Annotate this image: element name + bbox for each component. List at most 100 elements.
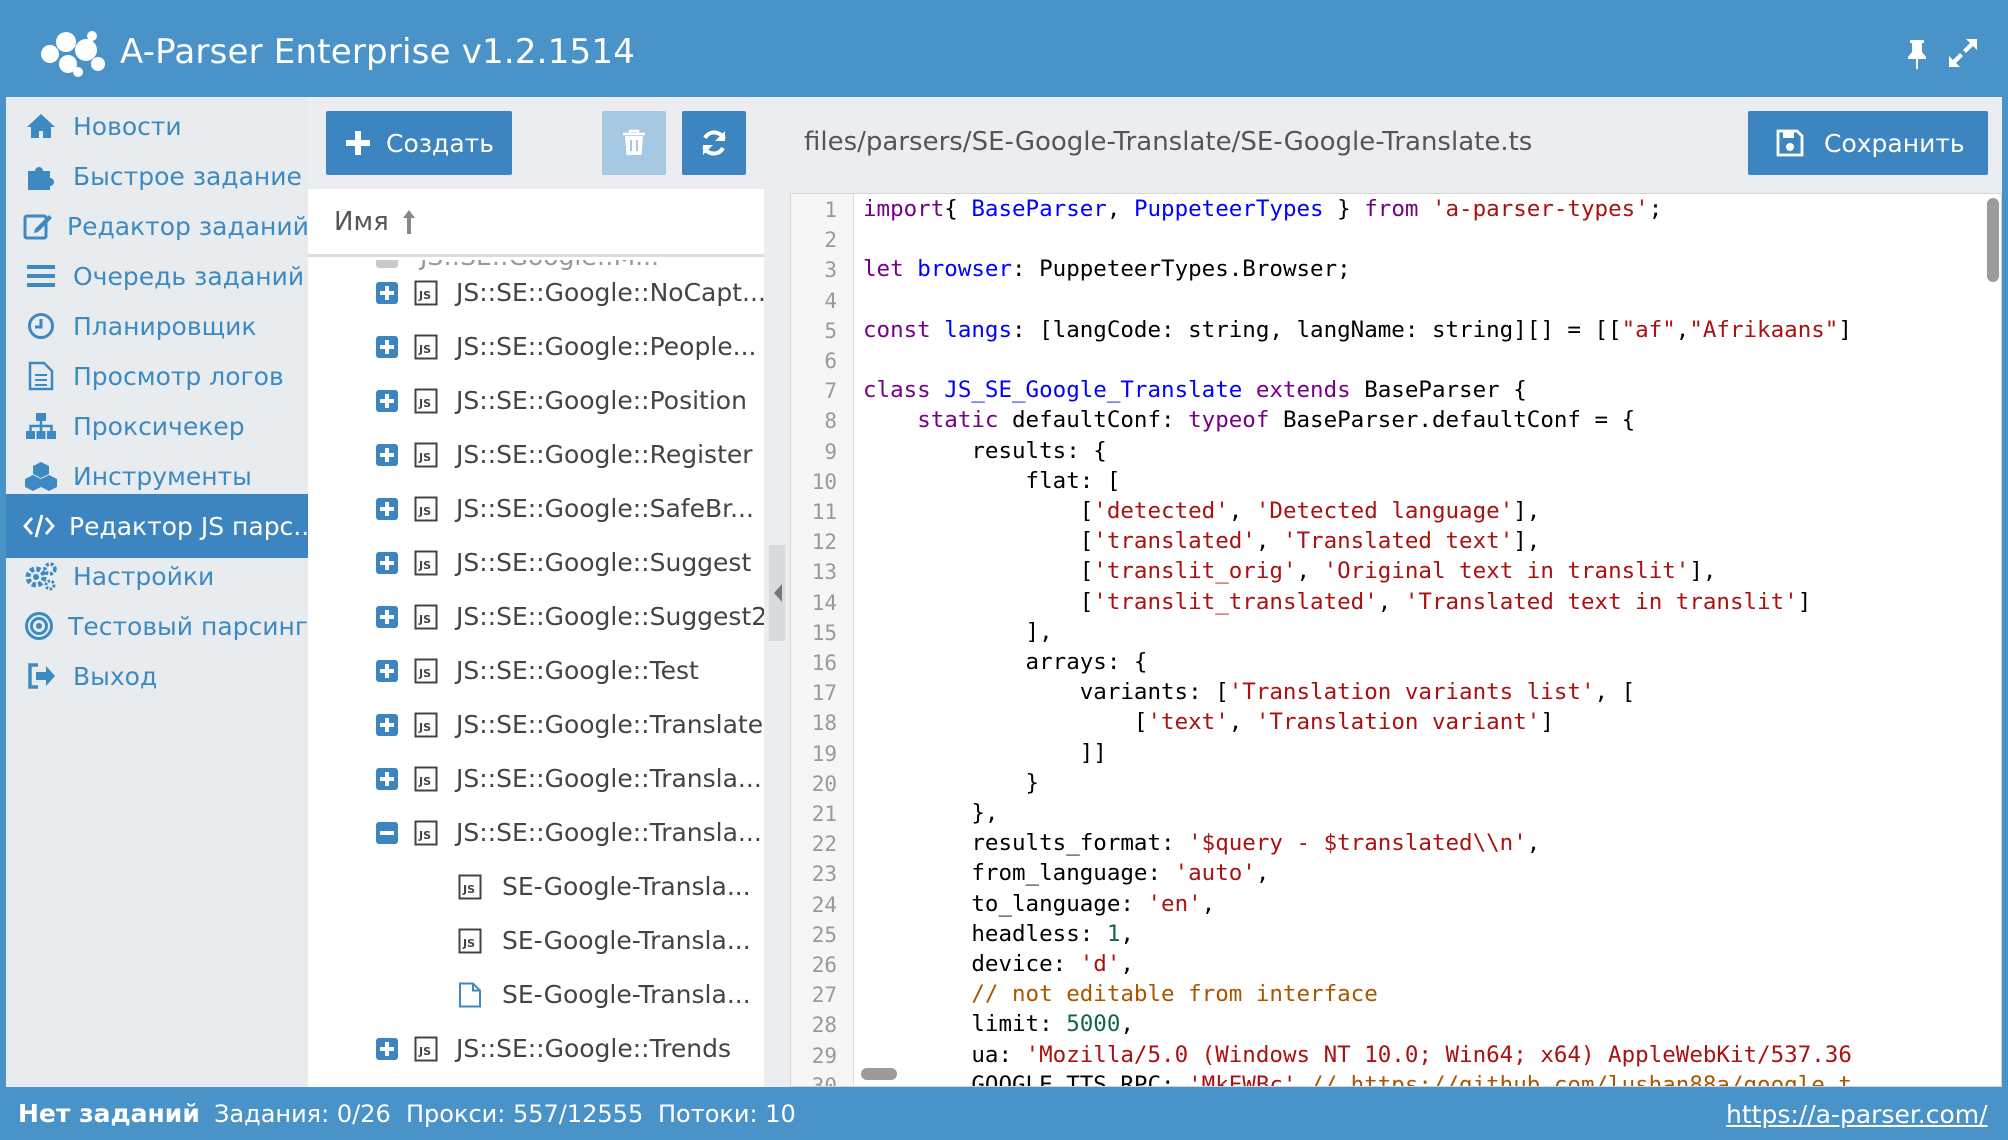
line-number: 14: [811, 590, 837, 615]
code-token: : [langCode: string, langName: string][]…: [1012, 316, 1622, 343]
code-line: ['text', 'Translation variant']: [863, 709, 1554, 735]
code-token: 'Translated text in translit': [1404, 588, 1798, 615]
document-icon: [23, 358, 59, 394]
code-token: ],: [1689, 558, 1717, 585]
horizontal-scrollbar[interactable]: [861, 1068, 897, 1080]
status-threads: Потоки: 10: [658, 1100, 796, 1128]
expand-icon[interactable]: [376, 498, 398, 520]
code-token: 'en': [1147, 890, 1202, 917]
line-number: 2: [824, 228, 837, 253]
expand-icon[interactable]: [376, 552, 398, 574]
sidebar-item-logout[interactable]: Выход: [6, 644, 308, 708]
expand-icon[interactable]: [376, 660, 398, 682]
collapse-icon[interactable]: [376, 822, 398, 844]
code-line: ['translit_orig', 'Original text in tran…: [863, 558, 1717, 585]
code-token: typeof: [1188, 407, 1270, 434]
code-token: ,: [1106, 196, 1134, 222]
sidebar-item-label: Проксичекер: [73, 411, 245, 441]
tree-item-label: SE-Google-Transla...: [502, 980, 751, 1009]
refresh-button[interactable]: [682, 111, 746, 175]
code-token: static: [917, 407, 999, 434]
code-line: results: {: [863, 438, 1106, 464]
tree-row[interactable]: JS JS::SE::Google::SafeBr...: [308, 482, 764, 536]
tree-row[interactable]: JS JS::SE::Google::NoCapt...: [308, 266, 764, 320]
name-column-header[interactable]: Имя: [308, 189, 764, 257]
line-number-gutter: 1 2 3 4 5 6 7 8 9 10 11 12 13 14 15 16 17 18 19 20 21 22 23 24 2…: [791, 194, 854, 1086]
tree-item-label: JS::SE::Google::People...: [456, 332, 757, 361]
tree-row[interactable]: JS JS::SE::Google::Suggest2: [308, 590, 764, 644]
expand-icon[interactable]: [376, 336, 398, 358]
pin-icon[interactable]: [1900, 36, 1934, 70]
code-token: BaseParser {: [1350, 377, 1527, 404]
tree-row[interactable]: JS JS::SE::Google::Transla...: [308, 752, 764, 806]
svg-text:JS: JS: [418, 1045, 431, 1058]
code-line: static defaultConf: typeof BaseParser.de…: [863, 407, 1635, 433]
code-token: 5000: [1066, 1011, 1121, 1038]
expand-icon[interactable]: [376, 714, 398, 736]
expand-icon[interactable]: [376, 606, 398, 628]
code-token: from: [1364, 196, 1419, 222]
code-line: ua: 'Mozilla/5.0 (Windows NT 10.0; Win64…: [863, 1042, 1852, 1068]
website-link[interactable]: https://a-parser.com/: [1726, 1100, 1988, 1129]
tree-row[interactable]: JS JS::SE::Google::Register: [308, 428, 764, 482]
line-number: 25: [811, 922, 837, 947]
code-token: [: [863, 588, 1094, 615]
tree-row[interactable]: JS JS::SE::Google::Trends: [308, 1022, 764, 1076]
panel-splitter[interactable]: [764, 97, 786, 1087]
sidebar-item-label: Тестовый парсинг: [68, 611, 308, 641]
tree-row-expanded[interactable]: JS JS::SE::Google::Transla...: [308, 806, 764, 860]
code-token: [: [863, 498, 1094, 524]
code-token: "Afrikaans": [1689, 316, 1839, 343]
code-token: BaseParser.defaultConf = {: [1269, 407, 1636, 434]
save-button[interactable]: Сохранить: [1748, 111, 1988, 175]
svg-text:JS: JS: [418, 289, 431, 302]
code-line: to_language: 'en',: [863, 891, 1215, 917]
tree-row-child[interactable]: JS SE-Google-Transla...: [308, 860, 764, 914]
code-editor[interactable]: 1 2 3 4 5 6 7 8 9 10 11 12 13 14 15 16 17 18 19 20 21 22 23 24 2…: [790, 193, 2002, 1087]
chevron-left-icon[interactable]: [773, 583, 783, 603]
line-number: 6: [824, 349, 837, 373]
svg-text:JS: JS: [418, 397, 431, 410]
delete-button[interactable]: [602, 111, 666, 175]
expand-icon[interactable]: [1946, 36, 1980, 70]
tree-row[interactable]: JS JS::SE::Google::Translate: [308, 698, 764, 752]
tree-item-label: JS::SE::Google::Translate: [456, 710, 764, 739]
tree-item-label: JS::SE::Google::Transla...: [456, 764, 762, 793]
sidebar-item-label: Очередь заданий: [73, 261, 305, 291]
tree-row[interactable]: JS JS::SE::Google::Position: [308, 374, 764, 428]
js-file-icon: JS: [414, 1036, 438, 1062]
line-number: 18: [811, 711, 837, 736]
code-line: }: [863, 769, 1040, 796]
vertical-scrollbar[interactable]: [1987, 198, 1999, 282]
expand-icon[interactable]: [376, 390, 398, 412]
tree-row[interactable]: JS JS::SE::Google::People...: [308, 320, 764, 374]
tree-row-child[interactable]: JS SE-Google-Transla...: [308, 914, 764, 968]
code-token: 'Original text in translit': [1323, 558, 1690, 585]
tree-item-label: SE-Google-Transla...: [502, 872, 751, 901]
tree-row[interactable]: JS JS::SE::Google::Test: [308, 644, 764, 698]
file-toolbar: Создать: [308, 97, 764, 189]
code-token: results_format:: [863, 830, 1189, 857]
code-token: 'Mozilla/5.0 (Windows NT 10.0; Win64; x6…: [1025, 1041, 1852, 1068]
tree-row-child[interactable]: SE-Google-Transla...: [308, 968, 764, 1022]
svg-text:JS: JS: [418, 451, 431, 464]
expand-icon[interactable]: [376, 282, 398, 304]
code-token: ],: [1513, 528, 1541, 555]
save-icon: [1776, 129, 1804, 157]
expand-icon[interactable]: [376, 768, 398, 790]
tree-item-label: JS::SE::Google::NoCapt...: [456, 278, 764, 307]
create-button[interactable]: Создать: [326, 111, 512, 175]
tree-row[interactable]: JS JS::SE::Google::Suggest: [308, 536, 764, 590]
home-icon: [23, 108, 59, 144]
expand-icon[interactable]: [376, 1038, 398, 1060]
expand-icon[interactable]: [376, 444, 398, 466]
line-number: 4: [824, 288, 837, 313]
code-token: }: [863, 769, 1040, 796]
trash-icon: [623, 129, 645, 155]
target-icon: [23, 608, 54, 644]
code-token: 'auto': [1174, 860, 1256, 887]
sidebar: Новости Быстрое задание Редактор заданий…: [6, 97, 317, 1140]
